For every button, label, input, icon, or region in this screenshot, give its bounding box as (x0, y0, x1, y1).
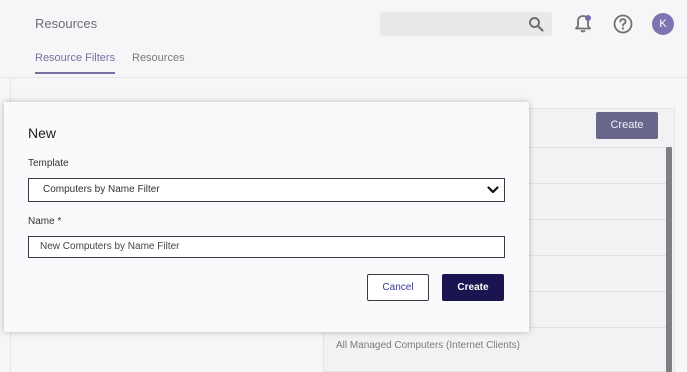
cancel-button[interactable]: Cancel (367, 274, 429, 301)
template-select-value: Computers by Name Filter (43, 184, 160, 195)
template-label: Template (28, 158, 69, 169)
dialog-title: New (28, 125, 57, 141)
name-label: Name * (28, 216, 62, 227)
chevron-down-icon (487, 186, 499, 194)
new-filter-dialog: New Template Computers by Name Filter Na… (4, 102, 529, 332)
template-select[interactable]: Computers by Name Filter (28, 178, 505, 202)
name-field[interactable]: New Computers by Name Filter (28, 236, 505, 258)
create-button[interactable]: Create (442, 274, 504, 301)
